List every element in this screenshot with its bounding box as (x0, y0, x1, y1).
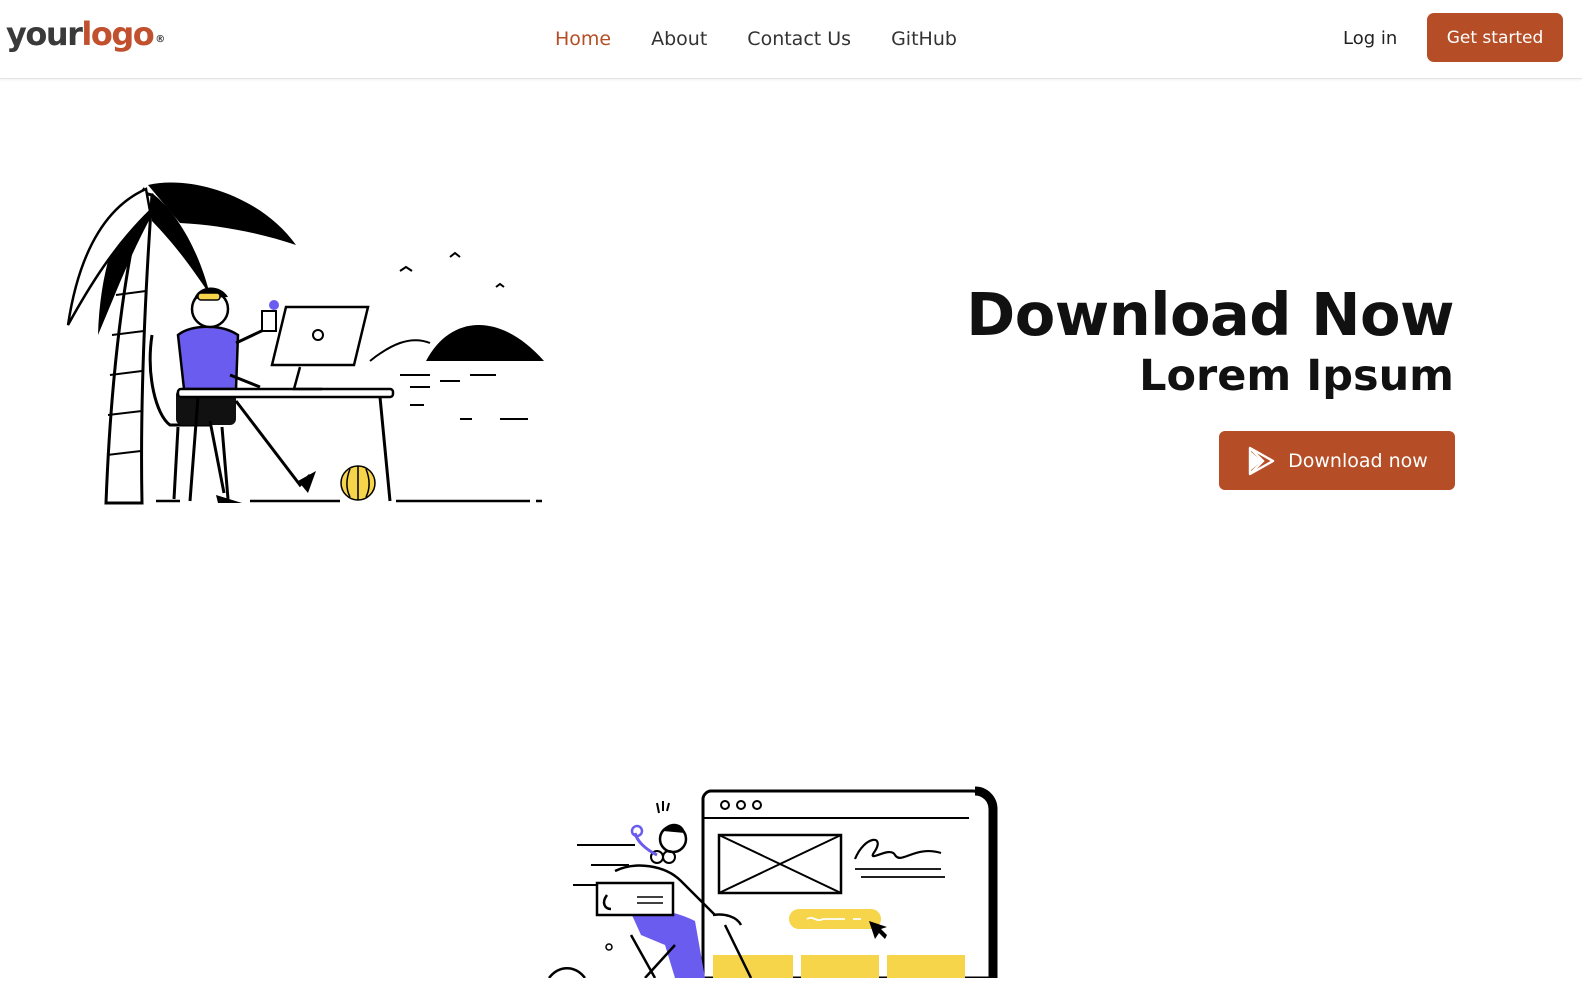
nav-links: Home About Contact Us GitHub (555, 27, 957, 51)
logo-word-logo: logo (81, 15, 154, 53)
hero-illustration (60, 175, 550, 519)
logo[interactable]: yourlogo ® (6, 14, 165, 54)
get-started-button[interactable]: Get started (1427, 13, 1563, 62)
login-link[interactable]: Log in (1343, 27, 1397, 51)
nav-link-about[interactable]: About (651, 27, 707, 51)
navbar: yourlogo ® Home About Contact Us GitHub L… (0, 0, 1582, 79)
download-now-button[interactable]: Download now (1219, 431, 1455, 490)
download-now-label: Download now (1288, 449, 1428, 472)
nav-link-contact-us[interactable]: Contact Us (747, 27, 851, 51)
nav-link-home[interactable]: Home (555, 27, 611, 51)
hero-title: Download Now (966, 280, 1454, 349)
delivery-illustration (545, 785, 1005, 982)
hero-subtitle: Lorem Ipsum (1139, 351, 1454, 401)
nav-link-github[interactable]: GitHub (891, 27, 957, 51)
logo-word-your: your (6, 15, 83, 53)
registered-mark: ® (155, 34, 166, 45)
hero-heading: Download Now Lorem Ipsum (966, 280, 1454, 402)
play-store-icon (1246, 446, 1276, 476)
